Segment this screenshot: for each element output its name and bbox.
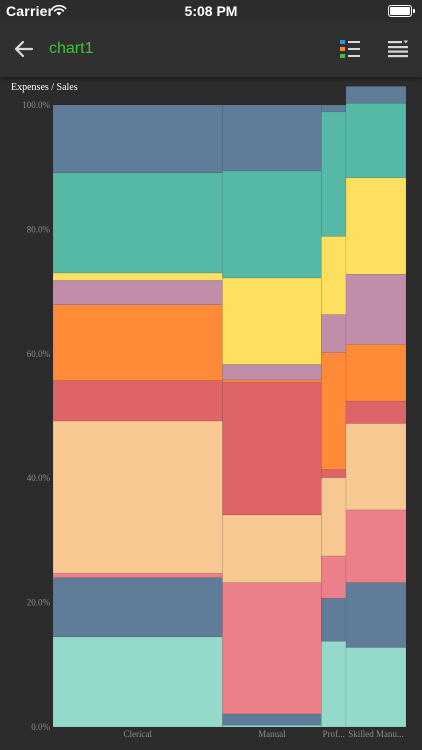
bar-segment-4-1[interactable] <box>345 647 407 728</box>
navigation-bar: chart1 <box>0 22 422 77</box>
bar-segment-4-2[interactable] <box>345 582 407 648</box>
y-tick-label: 20.0% <box>27 598 51 608</box>
bar-segment-3-2[interactable] <box>321 598 347 642</box>
legend-list-icon[interactable] <box>339 38 361 60</box>
y-tick-label: 0.0% <box>31 722 50 732</box>
bar-segment-3-9[interactable] <box>321 111 347 237</box>
marimekko-chart[interactable]: Clerical Manual Prof... Skilled Manu... 0.0%… <box>0 77 422 750</box>
bar-segment-1-5[interactable] <box>52 380 223 422</box>
bar-segment-4-6[interactable] <box>345 344 407 402</box>
status-time: 5:08 PM <box>184 3 238 19</box>
bar-segment-1-3[interactable] <box>52 573 223 578</box>
bar-segment-3-4[interactable] <box>321 477 347 557</box>
bar-segment-4-8[interactable] <box>345 177 407 275</box>
bar-segment-2-6[interactable] <box>222 379 322 383</box>
bar-segment-4-4[interactable] <box>345 423 407 511</box>
status-bar: Carrier 5:08 PM <box>0 0 422 22</box>
bar-segment-2-7[interactable] <box>222 364 322 381</box>
chart-area: Expenses / Sales Clerical Manual Prof... Sk… <box>0 77 422 750</box>
bar-segment-4-3[interactable] <box>345 509 407 583</box>
y-tick-label: 60.0% <box>27 349 51 359</box>
x-tick-label: Skilled Manu... <box>348 729 404 739</box>
bar-segment-3-3[interactable] <box>321 555 347 599</box>
x-tick-label: Prof... <box>323 729 345 739</box>
bar-segment-1-8[interactable] <box>52 272 223 281</box>
battery-icon <box>388 5 415 17</box>
back-arrow-icon[interactable] <box>10 36 38 62</box>
bar-segment-1-7[interactable] <box>52 280 223 305</box>
page-title: chart1 <box>49 40 94 57</box>
y-tick-label: 100.0% <box>22 100 50 110</box>
bar-segment-1-1[interactable] <box>52 636 223 728</box>
bar-segment-3-10[interactable] <box>321 104 347 113</box>
bar-segment-2-1[interactable] <box>222 724 322 728</box>
y-tick-label: 80.0% <box>27 224 51 234</box>
menu-lines-icon[interactable] <box>386 38 410 60</box>
bar-segment-3-5[interactable] <box>321 469 347 478</box>
bar-segment-3-8[interactable] <box>321 235 347 315</box>
bar-segment-1-4[interactable] <box>52 420 223 574</box>
bar-segment-3-1[interactable] <box>321 640 347 728</box>
bar-segment-2-5[interactable] <box>222 382 322 516</box>
bar-segment-1-2[interactable] <box>52 577 223 638</box>
bar-segment-4-5[interactable] <box>345 400 407 424</box>
bar-segment-3-7[interactable] <box>321 314 347 353</box>
bar-segment-4-10[interactable] <box>345 86 407 104</box>
bar-segment-4-7[interactable] <box>345 273 407 345</box>
bar-segment-2-3[interactable] <box>222 582 322 715</box>
bar-segment-1-6[interactable] <box>52 304 223 381</box>
x-tick-label: Manual <box>258 729 286 739</box>
bar-segment-3-6[interactable] <box>321 352 347 470</box>
bar-segment-1-9[interactable] <box>52 172 223 274</box>
x-tick-label: Clerical <box>123 729 152 739</box>
y-tick-label: 40.0% <box>27 473 51 483</box>
bar-segment-2-10[interactable] <box>222 104 322 172</box>
bar-segment-1-10[interactable] <box>52 104 223 174</box>
bar-segment-2-4[interactable] <box>222 514 322 583</box>
bar-segment-2-2[interactable] <box>222 713 322 726</box>
bar-segment-4-9[interactable] <box>345 102 407 179</box>
bar-segment-2-8[interactable] <box>222 277 322 365</box>
bar-segment-2-9[interactable] <box>222 170 322 279</box>
